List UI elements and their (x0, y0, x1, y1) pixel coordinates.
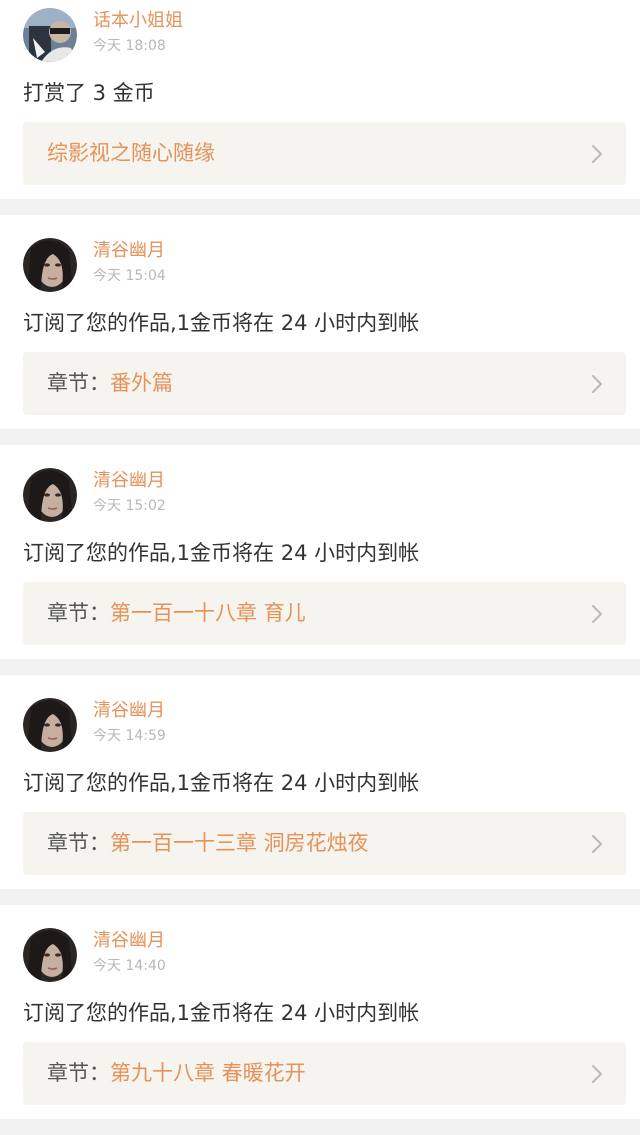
link-title: 第九十八章 春暖花开 (110, 1061, 306, 1085)
link-title: 第一百一十三章 洞房花烛夜 (110, 831, 369, 855)
link-text: 章节：第九十八章 春暖花开 (47, 1042, 306, 1105)
notification-message: 打赏了 3 金币 (23, 81, 155, 105)
timestamp: 今天 14:59 (93, 728, 166, 744)
timestamp: 今天 15:02 (93, 498, 166, 514)
notification-message: 订阅了您的作品,1金币将在 24 小时内到帐 (23, 771, 420, 795)
username[interactable]: 清谷幽月 (93, 700, 165, 722)
work-link[interactable]: 综影视之随心随缘 (23, 122, 626, 185)
notification-card: 话本小姐姐 今天 18:08 打赏了 3 金币 综影视之随心随缘 (0, 0, 640, 199)
notification-card: 清谷幽月 今天 15:02 订阅了您的作品,1金币将在 24 小时内到帐 章节：… (0, 445, 640, 659)
timestamp: 今天 15:04 (93, 268, 166, 284)
user-avatar[interactable] (23, 928, 77, 982)
user-avatar[interactable] (23, 238, 77, 292)
timestamp: 今天 18:08 (93, 38, 166, 54)
notification-card: 清谷幽月 今天 14:59 订阅了您的作品,1金币将在 24 小时内到帐 章节：… (0, 675, 640, 889)
notification-card: 清谷幽月 今天 14:40 订阅了您的作品,1金币将在 24 小时内到帐 章节：… (0, 905, 640, 1119)
chapter-link[interactable]: 章节：第一百一十八章 育儿 (23, 582, 626, 645)
notification-card: 清谷幽月 今天 15:04 订阅了您的作品,1金币将在 24 小时内到帐 章节：… (0, 215, 640, 429)
link-prefix: 章节： (47, 371, 110, 395)
chapter-link[interactable]: 章节：番外篇 (23, 352, 626, 415)
timestamp: 今天 14:40 (93, 958, 166, 974)
chevron-right-icon (592, 1065, 602, 1083)
user-avatar[interactable] (23, 468, 77, 522)
chevron-right-icon (592, 375, 602, 393)
username[interactable]: 清谷幽月 (93, 930, 165, 952)
chevron-right-icon (592, 145, 602, 163)
link-title: 番外篇 (110, 371, 173, 395)
chapter-link[interactable]: 章节：第九十八章 春暖花开 (23, 1042, 626, 1105)
link-text: 章节：第一百一十三章 洞房花烛夜 (47, 812, 369, 875)
link-prefix: 章节： (47, 831, 110, 855)
user-avatar[interactable] (23, 698, 77, 752)
link-title: 第一百一十八章 育儿 (110, 601, 306, 625)
user-avatar[interactable] (23, 8, 77, 62)
link-text: 综影视之随心随缘 (47, 122, 215, 185)
chevron-right-icon (592, 605, 602, 623)
chevron-right-icon (592, 835, 602, 853)
link-text: 章节：番外篇 (47, 352, 173, 415)
chapter-link[interactable]: 章节：第一百一十三章 洞房花烛夜 (23, 812, 626, 875)
username[interactable]: 清谷幽月 (93, 240, 165, 262)
link-prefix: 章节： (47, 601, 110, 625)
notification-message: 订阅了您的作品,1金币将在 24 小时内到帐 (23, 311, 420, 335)
notification-feed: 话本小姐姐 今天 18:08 打赏了 3 金币 综影视之随心随缘 清谷幽月 今天… (0, 0, 640, 1135)
link-prefix: 章节： (47, 1061, 110, 1085)
notification-message: 订阅了您的作品,1金币将在 24 小时内到帐 (23, 541, 420, 565)
username[interactable]: 清谷幽月 (93, 470, 165, 492)
username[interactable]: 话本小姐姐 (93, 10, 183, 32)
link-text: 章节：第一百一十八章 育儿 (47, 582, 306, 645)
notification-message: 订阅了您的作品,1金币将在 24 小时内到帐 (23, 1001, 420, 1025)
link-title: 综影视之随心随缘 (47, 141, 215, 165)
